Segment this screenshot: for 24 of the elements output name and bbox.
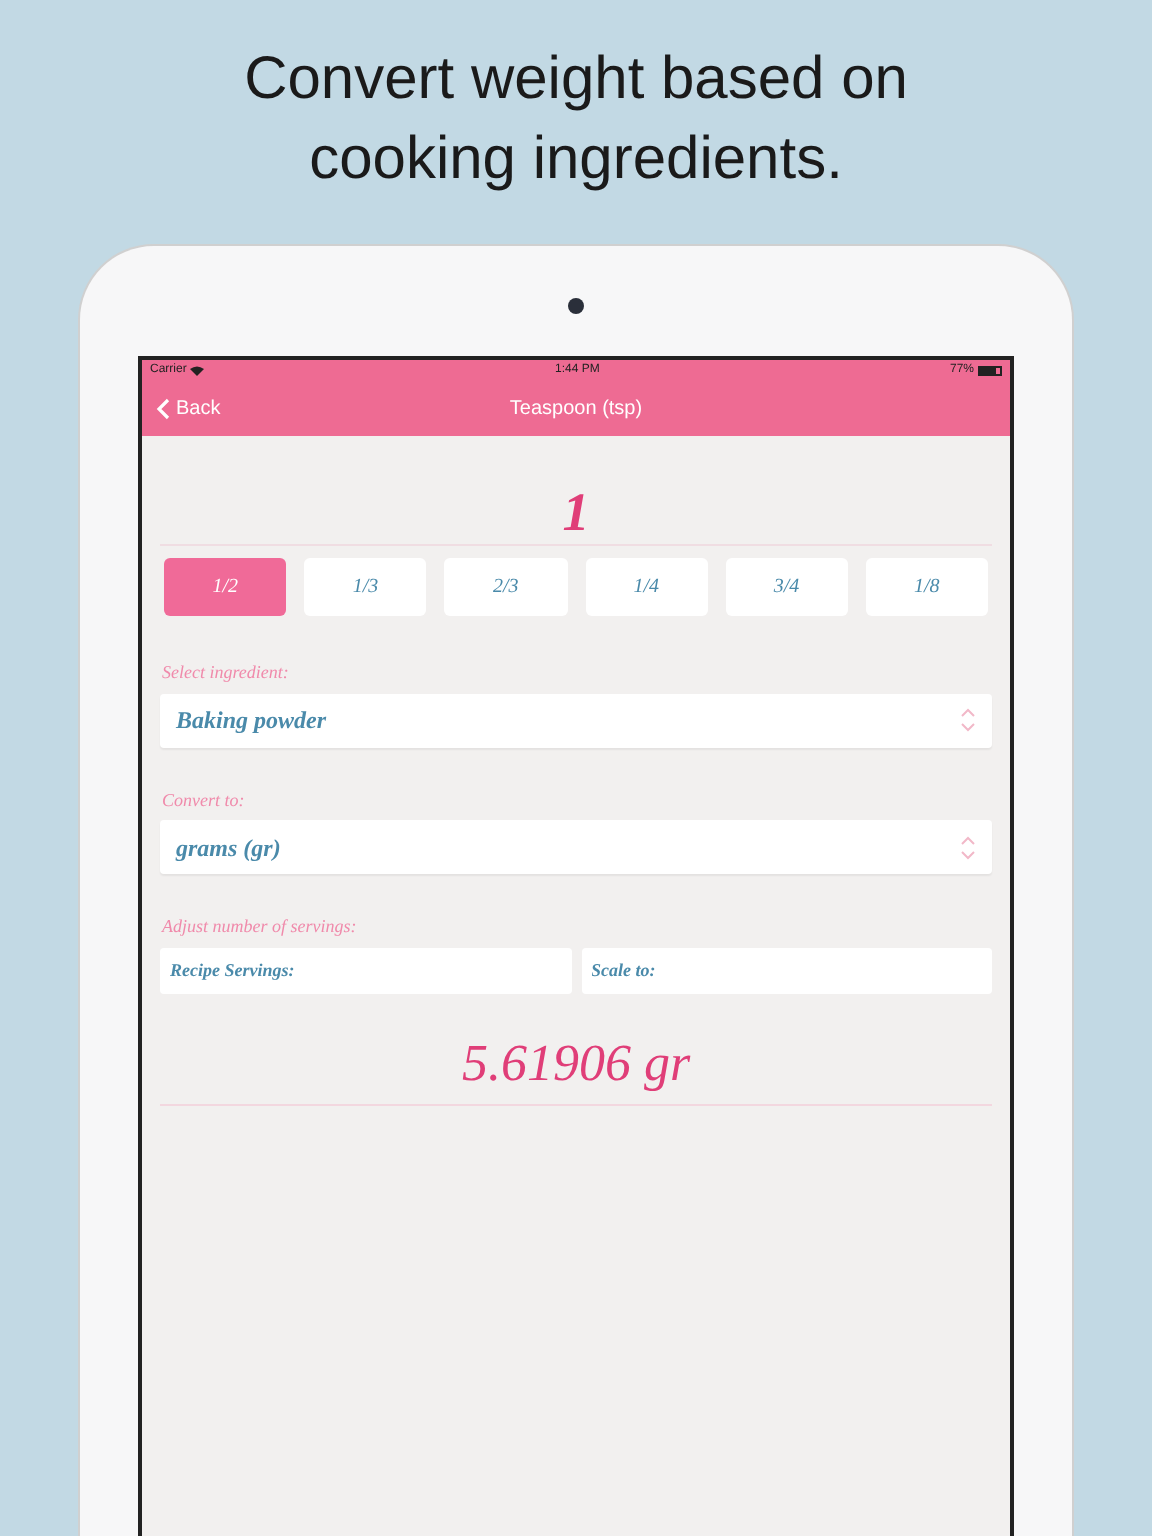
field-label: Convert to: bbox=[160, 787, 247, 813]
stepper-icon bbox=[960, 833, 976, 861]
fraction-button[interactable]: 1/2 bbox=[164, 558, 287, 616]
fraction-button[interactable]: 1/8 bbox=[865, 558, 988, 616]
fraction-button[interactable]: 1/3 bbox=[304, 558, 427, 616]
select-field[interactable]: Baking powder bbox=[160, 693, 992, 747]
headline: Convert weight based on cooking ingredients. bbox=[242, 44, 910, 196]
battery-icon bbox=[978, 365, 1002, 375]
screen-title: Teaspoon (tsp) bbox=[509, 395, 643, 423]
amount-value: 1 bbox=[562, 482, 590, 544]
wifi-icon bbox=[190, 365, 205, 375]
select-field[interactable]: grams (gr) bbox=[160, 820, 992, 874]
field-label: Adjust number of servings: bbox=[160, 914, 359, 940]
fraction-button[interactable]: 2/3 bbox=[444, 558, 567, 616]
field-label: Select ingredient: bbox=[160, 660, 291, 686]
input-field[interactable]: Scale to: bbox=[581, 947, 992, 993]
camera-icon bbox=[568, 298, 584, 314]
result-value: 5.61906 gr bbox=[461, 1031, 691, 1095]
input-field[interactable]: Recipe Servings: bbox=[160, 947, 571, 993]
back-button[interactable]: Back bbox=[156, 393, 221, 423]
fraction-button[interactable]: 1/4 bbox=[585, 558, 708, 616]
stepper-icon bbox=[960, 706, 976, 734]
fraction-button[interactable]: 3/4 bbox=[725, 558, 848, 616]
back-chevron-icon bbox=[156, 397, 170, 419]
